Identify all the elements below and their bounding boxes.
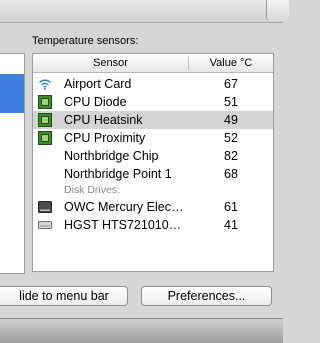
sensor-value: 41 bbox=[224, 218, 238, 232]
column-header-value[interactable]: Value °C bbox=[189, 57, 273, 69]
chip-icon bbox=[38, 131, 52, 145]
sensor-name: CPU Proximity bbox=[64, 131, 146, 145]
sensor-row-airport-card[interactable]: Airport Card 67 bbox=[33, 75, 273, 93]
toolbar-button[interactable] bbox=[266, 0, 289, 21]
sensor-name: OWC Mercury Elec… bbox=[64, 200, 184, 214]
chip-icon bbox=[38, 95, 52, 109]
chip-icon bbox=[38, 113, 52, 127]
sensor-value: 52 bbox=[224, 131, 238, 145]
sensor-name: CPU Diode bbox=[64, 95, 127, 109]
sensor-name: CPU Heatsink bbox=[64, 113, 143, 127]
sensor-row-cpu-heatsink[interactable]: CPU Heatsink 49 bbox=[33, 111, 273, 129]
sensor-name: Northbridge Point 1 bbox=[64, 167, 172, 181]
sensor-row-cpu-proximity[interactable]: CPU Proximity 52 bbox=[33, 129, 273, 147]
sensor-value: 82 bbox=[224, 149, 238, 163]
sensor-rows: Airport Card 67 CPU Diode 51 CPU Heatsin… bbox=[33, 75, 273, 234]
sensor-row-northbridge-point-1[interactable]: Northbridge Point 1 68 bbox=[33, 165, 273, 183]
preferences-button[interactable]: Preferences... bbox=[141, 286, 272, 306]
sensor-value: 49 bbox=[224, 113, 238, 127]
sensor-value: 68 bbox=[224, 167, 238, 181]
sensor-value: 51 bbox=[224, 95, 238, 109]
sensor-type-selected-item[interactable] bbox=[0, 74, 24, 113]
sensor-row-cpu-diode[interactable]: CPU Diode 51 bbox=[33, 93, 273, 111]
sensor-row-northbridge-chip[interactable]: Northbridge Chip 82 bbox=[33, 147, 273, 165]
temperature-sensor-table[interactable]: Sensor Value °C Airport Card 67 CPU Diod… bbox=[32, 53, 274, 272]
temperature-sensors-label: Temperature sensors: bbox=[32, 35, 139, 47]
sensor-row-owc-mercury[interactable]: OWC Mercury Elec… 61 bbox=[33, 198, 273, 216]
sensor-value: 67 bbox=[224, 77, 238, 91]
window-bottom-bar bbox=[0, 318, 283, 343]
wifi-icon bbox=[38, 77, 52, 91]
sensor-name: HGST HTS721010… bbox=[64, 218, 182, 232]
ssd-icon bbox=[38, 200, 52, 214]
sensor-row-hgst[interactable]: HGST HTS721010… 41 bbox=[33, 216, 273, 234]
sensor-name: Airport Card bbox=[64, 77, 132, 91]
hide-to-menu-bar-button[interactable]: lide to menu bar bbox=[0, 286, 128, 306]
disk-drives-group-header: Disk Drives: bbox=[33, 183, 273, 198]
sensor-type-list[interactable] bbox=[0, 53, 25, 274]
hard-drive-icon bbox=[38, 218, 52, 232]
sensor-name: Northbridge Chip bbox=[64, 149, 159, 163]
table-header: Sensor Value °C bbox=[33, 54, 273, 73]
window-toolbar bbox=[0, 0, 289, 23]
group-label: Disk Drives: bbox=[64, 184, 121, 196]
sensor-value: 61 bbox=[224, 200, 238, 214]
column-header-sensor[interactable]: Sensor bbox=[33, 57, 188, 69]
